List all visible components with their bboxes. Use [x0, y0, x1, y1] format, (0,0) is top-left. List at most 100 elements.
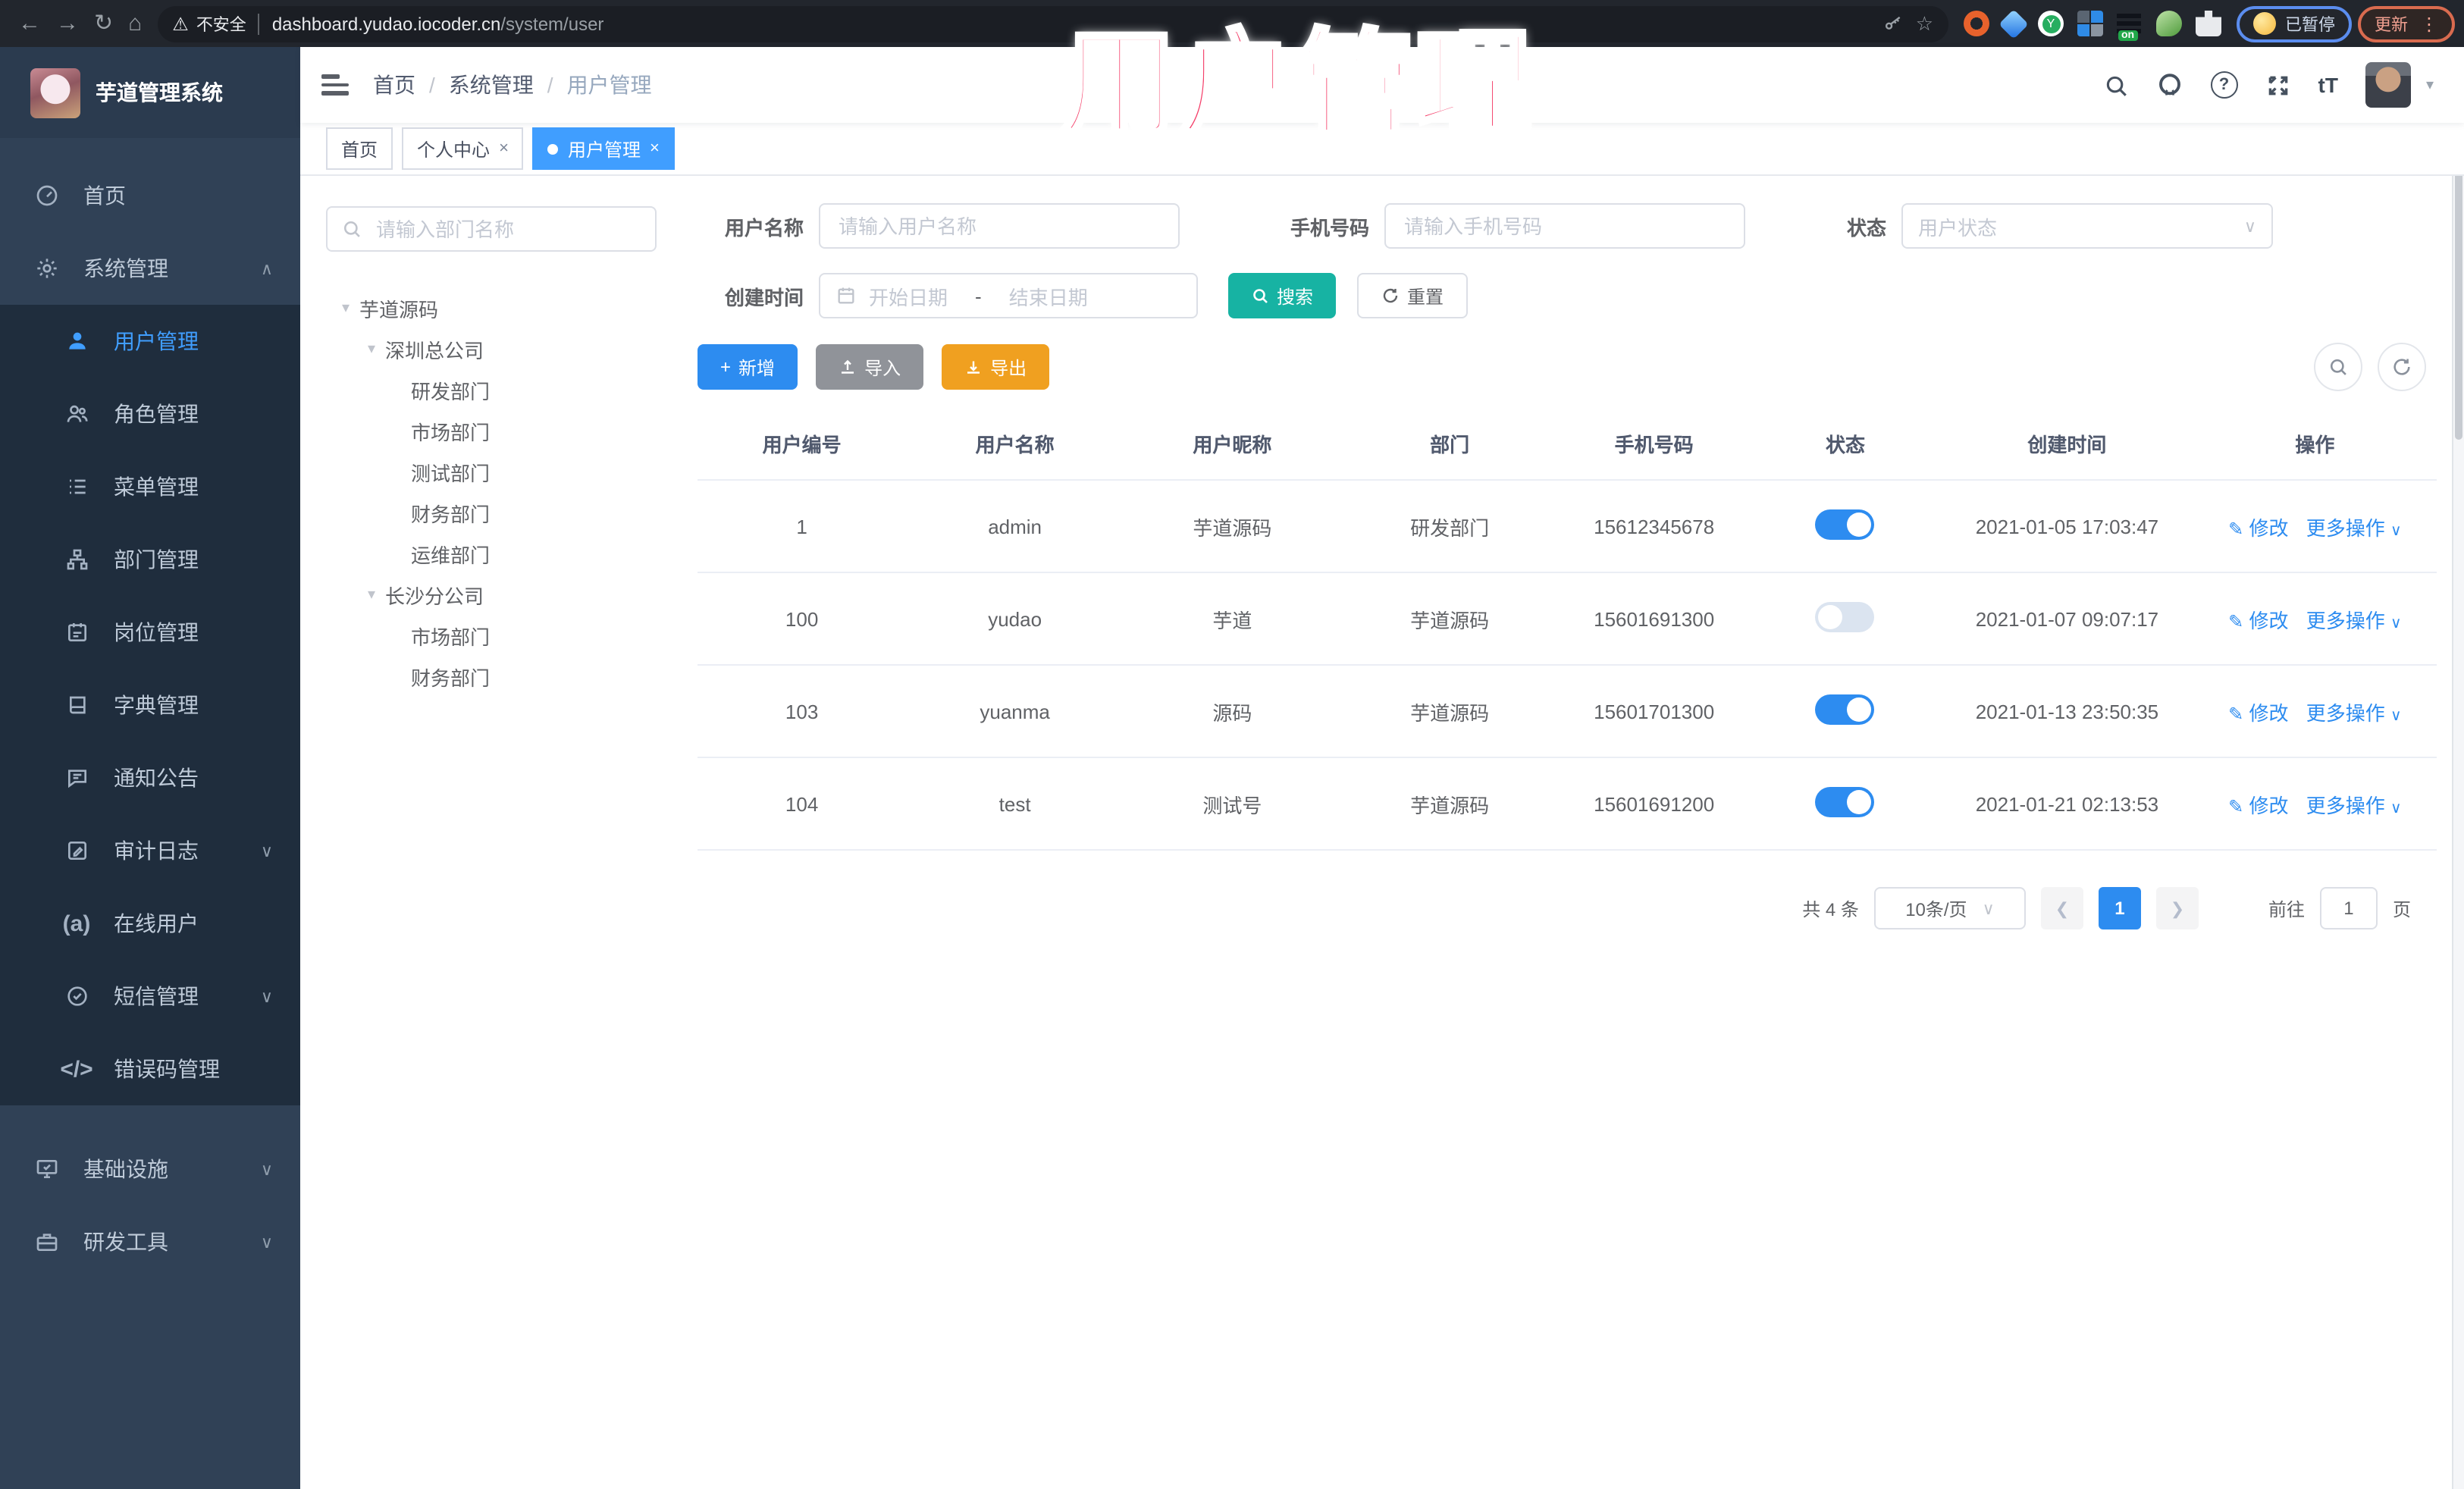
sidebar-item-system[interactable]: 系统管理 ∧	[0, 232, 300, 305]
app-logo[interactable]: 芋道管理系统	[0, 47, 300, 138]
avatar-caret-icon[interactable]: ▾	[2426, 77, 2434, 93]
page-content: ▾芋道源码 ▾深圳总公司 研发部门 市场部门 测试部门 财务部门 运维部门 ▾长…	[300, 176, 2464, 1489]
collapse-sidebar-icon[interactable]	[321, 74, 349, 96]
sidebar-item-audit-log[interactable]: 审计日志 ∨	[0, 814, 300, 887]
tree-node[interactable]: 财务部门	[326, 657, 682, 697]
tree-node[interactable]: 运维部门	[326, 534, 682, 575]
security-indicator[interactable]: ⚠ 不安全	[172, 11, 246, 36]
tab-user-management[interactable]: 用户管理 ×	[532, 127, 675, 170]
tab-profile[interactable]: 个人中心 ×	[402, 127, 524, 170]
extension-grid-icon[interactable]	[2077, 11, 2103, 36]
edit-link[interactable]: ✎ 修改	[2228, 609, 2288, 632]
tree-node[interactable]: ▾ 长沙分公司	[326, 575, 682, 616]
help-icon[interactable]: ?	[2210, 71, 2238, 99]
profile-paused-badge[interactable]: 已暂停	[2237, 5, 2352, 42]
tree-expand-icon[interactable]: ▾	[358, 341, 385, 358]
browser-update-button[interactable]: 更新 ⋮	[2358, 5, 2455, 42]
reload-icon[interactable]: ↻	[94, 12, 113, 35]
mobile-input[interactable]	[1401, 213, 1729, 239]
more-actions-link[interactable]: 更多操作 ∨	[2306, 794, 2402, 817]
bookmark-star-icon[interactable]: ☆	[1916, 11, 1933, 36]
search-button[interactable]: 搜索	[1228, 273, 1337, 318]
add-button[interactable]: + 新增	[698, 344, 798, 390]
dept-search-input[interactable]	[373, 216, 641, 242]
sidebar-item-depts[interactable]: 部门管理	[0, 523, 300, 596]
search-icon[interactable]	[2103, 72, 2129, 98]
page-size-select[interactable]: 10条/页 ∨	[1873, 887, 2026, 929]
tree-expand-icon[interactable]: ▾	[332, 300, 359, 317]
address-bar[interactable]: ⚠ 不安全 dashboard.yudao.iocoder.cn/system/…	[157, 5, 1948, 42]
extension-orange-icon[interactable]	[1964, 11, 1989, 36]
page-scrollbar[interactable]	[2452, 47, 2464, 1489]
edit-link[interactable]: ✎ 修改	[2228, 516, 2288, 539]
back-icon[interactable]: ←	[18, 12, 41, 35]
sidebar-item-error-codes[interactable]: </> 错误码管理	[0, 1033, 300, 1105]
edit-link[interactable]: ✎ 修改	[2228, 701, 2288, 724]
extensions-puzzle-icon[interactable]	[2196, 11, 2221, 36]
goto-page-input[interactable]	[2319, 887, 2378, 929]
edit-link[interactable]: ✎ 修改	[2228, 794, 2288, 817]
more-actions-link[interactable]: 更多操作 ∨	[2306, 516, 2402, 539]
breadcrumb-home[interactable]: 首页	[373, 70, 415, 100]
sidebar-item-dev-tools[interactable]: 研发工具 ∨	[0, 1205, 300, 1278]
sidebar-item-dicts[interactable]: 字典管理	[0, 669, 300, 741]
extension-green-icon[interactable]: Y	[2038, 11, 2064, 36]
next-page-button[interactable]: ❯	[2155, 887, 2199, 929]
mobile-field[interactable]	[1384, 203, 1745, 249]
current-page-button[interactable]: 1	[2098, 887, 2141, 929]
date-start-placeholder[interactable]: 开始日期	[869, 281, 948, 310]
status-toggle[interactable]	[1815, 509, 1875, 539]
tree-node[interactable]: 市场部门	[326, 411, 682, 452]
reset-button[interactable]: 重置	[1357, 273, 1469, 318]
export-button[interactable]: 导出	[942, 344, 1050, 390]
sidebar-item-home[interactable]: 首页	[0, 159, 300, 232]
home-icon[interactable]: ⌂	[128, 12, 142, 35]
tree-expand-icon[interactable]: ▾	[358, 587, 385, 603]
user-avatar[interactable]	[2365, 62, 2411, 108]
tree-node[interactable]: 财务部门	[326, 493, 682, 534]
tree-node[interactable]: 市场部门	[326, 616, 682, 657]
date-range-picker[interactable]: 开始日期 - 结束日期	[819, 273, 1198, 318]
status-toggle[interactable]	[1815, 694, 1875, 724]
status-toggle[interactable]	[1815, 786, 1875, 817]
sidebar-item-sms[interactable]: 短信管理 ∨	[0, 960, 300, 1033]
refresh-table-button[interactable]	[2378, 343, 2426, 391]
extension-gem-icon[interactable]	[1998, 8, 2029, 39]
tree-node[interactable]: 研发部门	[326, 370, 682, 411]
more-actions-link[interactable]: 更多操作 ∨	[2306, 701, 2402, 724]
create-time-label: 创建时间	[724, 286, 804, 309]
sidebar-item-infrastructure[interactable]: 基础设施 ∨	[0, 1133, 300, 1205]
prev-page-button[interactable]: ❮	[2040, 887, 2083, 929]
tree-node[interactable]: 测试部门	[326, 452, 682, 493]
tree-node[interactable]: ▾ 芋道源码	[326, 288, 682, 329]
tree-node[interactable]: ▾ 深圳总公司	[326, 329, 682, 370]
sidebar-item-users[interactable]: 用户管理	[0, 305, 300, 378]
username-field[interactable]	[819, 203, 1180, 249]
dept-search-box[interactable]	[326, 206, 657, 252]
tab-home[interactable]: 首页	[326, 127, 393, 170]
close-icon[interactable]: ×	[650, 139, 660, 158]
status-toggle[interactable]	[1815, 601, 1875, 632]
key-icon[interactable]	[1884, 14, 1904, 33]
status-select[interactable]: 用户状态 ∨	[1901, 203, 2273, 249]
username-input[interactable]	[835, 213, 1163, 239]
sidebar-item-menus[interactable]: 菜单管理	[0, 450, 300, 523]
browser-menu-icon[interactable]: ⋮	[2420, 13, 2438, 34]
import-button[interactable]: 导入	[816, 344, 924, 390]
github-icon[interactable]	[2156, 71, 2183, 99]
forward-icon[interactable]: →	[56, 12, 79, 35]
more-actions-link[interactable]: 更多操作 ∨	[2306, 609, 2402, 632]
extension-leaf-icon[interactable]	[2156, 11, 2182, 36]
sidebar-item-roles[interactable]: 角色管理	[0, 378, 300, 450]
extension-on-icon[interactable]: on	[2117, 11, 2143, 41]
sidebar-item-posts[interactable]: 岗位管理	[0, 596, 300, 669]
sidebar-item-online-users[interactable]: (a) 在线用户	[0, 887, 300, 960]
show-search-icon-button[interactable]	[2314, 343, 2362, 391]
font-size-icon[interactable]: tT	[2318, 73, 2338, 97]
breadcrumb-system[interactable]: 系统管理	[449, 70, 534, 100]
url-text[interactable]: dashboard.yudao.iocoder.cn/system/user	[272, 13, 604, 34]
sidebar-item-notices[interactable]: 通知公告	[0, 741, 300, 814]
fullscreen-icon[interactable]	[2265, 72, 2291, 98]
close-icon[interactable]: ×	[499, 139, 509, 158]
date-end-placeholder[interactable]: 结束日期	[1009, 281, 1088, 310]
